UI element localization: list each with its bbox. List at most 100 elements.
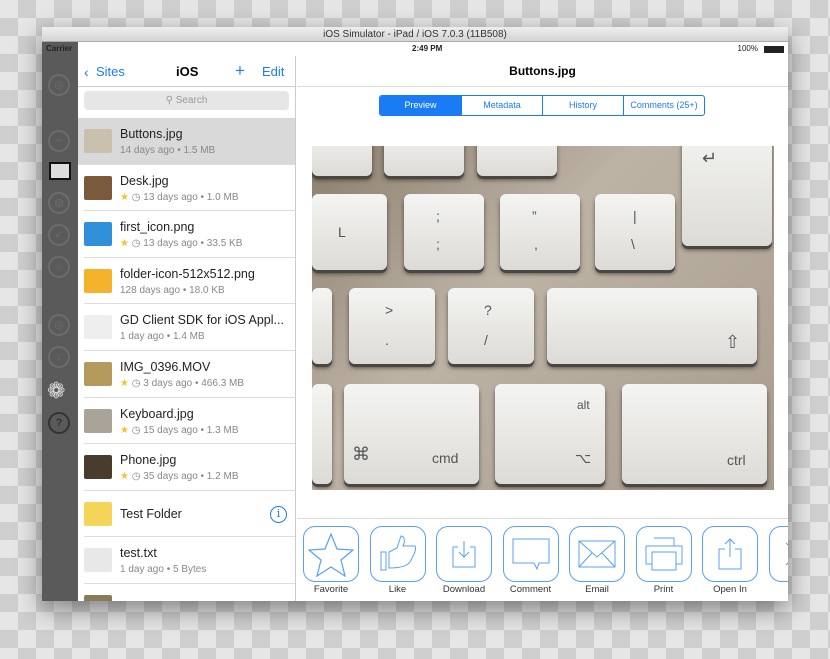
cmd-key: ⌘ cmd [344, 384, 479, 484]
action-comment[interactable]: Comment [502, 526, 559, 595]
file-meta: ★ ◷ 35 days ago • 1.2 MB [120, 471, 239, 483]
edit-button[interactable]: Edit [262, 64, 284, 79]
printer-icon[interactable] [635, 526, 692, 582]
side-rail: ◎ ~ ◍ ✓ ☆ ◎ ↓ ❁ ? [42, 42, 78, 601]
file-row[interactable]: IMG_0396.MOV ★ ◷ 3 days ago • 466.3 MB [84, 351, 295, 398]
battery-percent: 100% [737, 44, 758, 53]
file-name: Video 2013-10-09 17:02 [120, 600, 254, 601]
file-list-pane: ‹ Sites iOS + Edit ⚲ Search Buttons.jpg 1… [78, 56, 296, 601]
file-meta: ★ ◷ 15 days ago • 1.3 MB [120, 424, 239, 436]
action-email[interactable]: Email [569, 526, 625, 595]
file-name: Test Folder [120, 506, 182, 521]
key [384, 146, 464, 176]
key [312, 384, 332, 484]
files-icon[interactable] [49, 162, 71, 180]
envelope-icon[interactable] [569, 526, 625, 582]
back-chevron-icon[interactable]: ‹ [84, 64, 89, 80]
info-icon[interactable]: i [270, 505, 287, 523]
star-icon: ★ [120, 471, 129, 483]
ctrl-key: ctrl [622, 384, 767, 484]
clock-icon: ◷ [131, 238, 141, 250]
delete-icon[interactable] [768, 526, 788, 582]
file-meta: ★ ◷ 13 days ago • 33.5 KB [120, 238, 243, 250]
tab-history[interactable]: History [542, 96, 623, 115]
back-button[interactable]: Sites [96, 64, 125, 79]
file-row[interactable]: first_icon.png ★ ◷ 13 days ago • 33.5 KB [84, 211, 295, 258]
window-title: iOS Simulator - iPad / iOS 7.0.3 (11B508… [42, 27, 788, 42]
clock-icon: ◷ [131, 471, 141, 483]
file-thumbnail [84, 501, 112, 526]
download-icon[interactable]: ↓ [48, 346, 70, 368]
detail-pane: Buttons.jpg Preview Metadata History Com… [297, 56, 788, 601]
action-print[interactable]: Print [635, 526, 692, 595]
file-row[interactable]: Keyboard.jpg ★ ◷ 15 days ago • 1.3 MB [84, 398, 295, 445]
key-period: >. [349, 288, 435, 364]
file-meta: ★ ◷ 3 days ago • 466.3 MB [120, 377, 245, 389]
file-row[interactable]: test.txt 1 day ago • 5 Bytes [84, 537, 295, 584]
search-icon: ⚲ [165, 95, 176, 106]
file-name: Desk.jpg [120, 173, 169, 188]
key-backslash: | \ [595, 194, 675, 270]
action-open-in[interactable]: Open In [702, 526, 758, 595]
action-download[interactable]: Download [436, 526, 492, 595]
star-icon[interactable]: ☆ [48, 256, 70, 278]
settings-icon[interactable]: ◎ [48, 314, 70, 336]
activity-icon[interactable]: ~ [48, 130, 70, 152]
key-quote: ”, [500, 194, 580, 270]
action-like[interactable]: Like [369, 526, 426, 595]
action-bar: Favorite Like Download Comment Email Print Ope… [297, 518, 788, 601]
time: 2:49 PM [412, 44, 443, 53]
key [312, 288, 332, 364]
battery-icon [764, 46, 784, 53]
tab-comments[interactable]: Comments (25+) [623, 96, 704, 115]
file-name: first_icon.png [120, 220, 195, 235]
file-meta: ★ ◷ 13 days ago • 1.0 MB [120, 191, 239, 203]
action-label: Favorite [313, 584, 349, 595]
file-row[interactable]: folder-icon-512x512.png 128 days ago • 18… [84, 258, 295, 305]
file-name: test.txt [120, 546, 157, 561]
status-bar: Carrier 2:49 PM 100% [42, 42, 788, 56]
list-nav-bar: ‹ Sites iOS + Edit [78, 56, 295, 87]
tab-metadata[interactable]: Metadata [461, 96, 542, 115]
file-row[interactable]: Desk.jpg ★ ◷ 13 days ago • 1.0 MB [84, 165, 295, 212]
key-semicolon: ;; [404, 194, 484, 270]
share-icon[interactable] [702, 526, 758, 582]
file-thumbnail [84, 315, 112, 340]
flower-icon[interactable]: ❁ [47, 378, 65, 404]
thumbs-up-icon[interactable] [369, 526, 426, 582]
file-row[interactable]: Video 2013-10-09 17:02 [84, 584, 295, 601]
file-thumbnail [84, 455, 112, 480]
help-icon[interactable]: ? [48, 412, 70, 434]
file-thumbnail [84, 222, 112, 247]
shift-key: ⇧ [547, 288, 757, 364]
file-name: Buttons.jpg [120, 127, 183, 141]
file-row[interactable]: GD Client SDK for iOS Appl... 1 day ago •… [84, 304, 295, 351]
file-name: GD Client SDK for iOS Appl... [120, 313, 284, 328]
star-icon[interactable] [303, 526, 359, 582]
file-thumbnail [84, 268, 112, 293]
action-label: De [769, 584, 789, 595]
file-row[interactable]: Buttons.jpg 14 days ago • 1.5 MB [78, 118, 295, 165]
check-icon[interactable]: ✓ [48, 224, 70, 246]
key-slash: ? / [448, 288, 534, 364]
globe-icon[interactable]: ◍ [48, 192, 70, 214]
file-row[interactable]: Test Folder i [84, 491, 295, 538]
key [312, 146, 372, 176]
search-input[interactable]: ⚲ Search [84, 91, 289, 110]
file-meta: 1 day ago • 5 Bytes [120, 564, 207, 576]
simulator-window: iOS Simulator - iPad / iOS 7.0.3 (11B508… [42, 27, 788, 601]
action-favorite[interactable]: Favorite [303, 526, 359, 595]
file-thumbnail [84, 548, 112, 573]
file-thumbnail [84, 129, 112, 153]
comment-icon[interactable] [502, 526, 559, 582]
download-icon[interactable] [436, 526, 492, 582]
file-thumbnail [84, 594, 112, 601]
tab-preview[interactable]: Preview [380, 96, 461, 115]
action-label: Open In [713, 584, 747, 595]
file-name: Keyboard.jpg [120, 406, 194, 421]
home-icon[interactable]: ◎ [48, 74, 70, 96]
add-button[interactable]: + [235, 61, 245, 81]
action-de[interactable]: De [768, 526, 789, 595]
key-l: L [312, 194, 387, 270]
file-row[interactable]: Phone.jpg ★ ◷ 35 days ago • 1.2 MB [84, 444, 295, 491]
